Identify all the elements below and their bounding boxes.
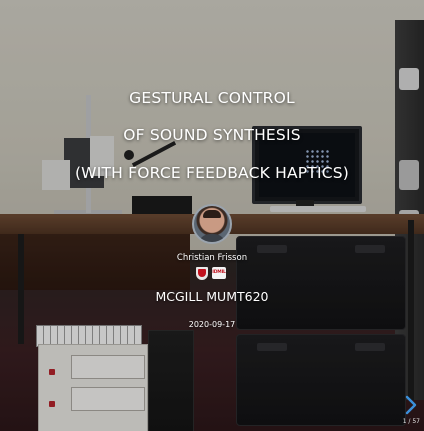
course-code: MCGILL MUMT620 <box>155 289 269 304</box>
author-avatar <box>192 204 232 244</box>
slide-title-line-3: (WITH FORCE FEEDBACK HAPTICS) <box>74 164 350 182</box>
author-name: Christian Frisson <box>176 253 248 263</box>
slide-title-line-1: GESTURAL CONTROL <box>129 89 295 107</box>
avatar-hair <box>203 210 221 218</box>
slide-counter: 1 / 57 <box>402 418 420 425</box>
presentation-date: 2020-09-17 <box>188 320 236 329</box>
slide-title-line-2: OF SOUND SYNTHESIS <box>123 126 301 144</box>
mcgill-shield-icon <box>196 267 208 280</box>
next-slide-button[interactable] <box>402 394 420 416</box>
idmil-logo: IDMIL <box>212 267 226 279</box>
chevron-right-icon <box>405 395 417 415</box>
affiliation-logos: IDMIL <box>196 267 230 281</box>
